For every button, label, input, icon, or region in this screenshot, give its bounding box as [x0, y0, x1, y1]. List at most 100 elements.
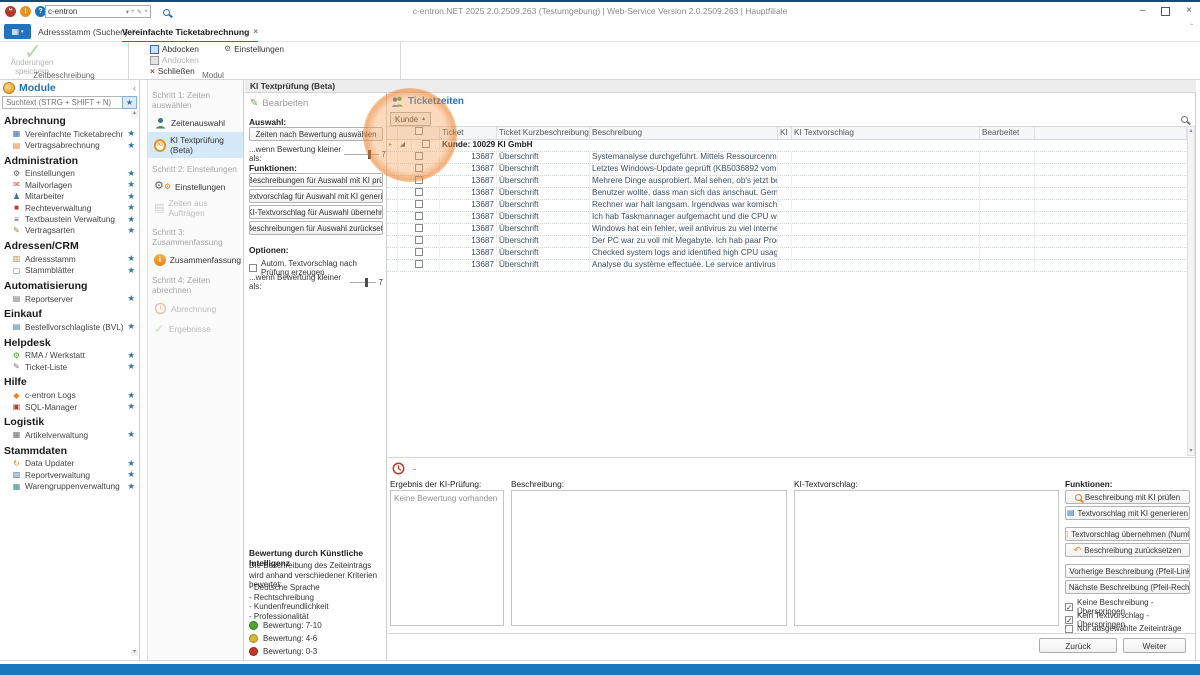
andocken-button[interactable]: Andocken	[150, 55, 199, 65]
col-kurzbeschreibung[interactable]: Ticket Kurzbeschreibung	[497, 127, 590, 139]
sidebar-item-stammblaetter[interactable]: ▢ Stammblätter ★	[0, 265, 139, 276]
sidebar-search-input[interactable]	[2, 96, 122, 109]
description-textarea[interactable]	[511, 490, 787, 626]
col-bearbeitet[interactable]: Bearbeitet	[980, 127, 1035, 139]
table-search-icon[interactable]	[1181, 116, 1188, 123]
table-row[interactable]: 13687 Überschrift Systemanalyse durchgef…	[387, 152, 1187, 164]
row-checkbox[interactable]	[415, 152, 423, 160]
category-adressen-crm: Adressen/CRM	[0, 236, 139, 253]
suggestion-textarea[interactable]	[794, 490, 1059, 626]
select-all-checkbox[interactable]	[415, 127, 423, 135]
table-row[interactable]: 13687 Überschrift Windows hat ein fehler…	[387, 224, 1187, 236]
col-beschreibung[interactable]: Beschreibung	[590, 127, 778, 139]
detail-generate-button[interactable]: ▤Textvorschlag mit KI generieren	[1065, 506, 1190, 520]
col-ki-textvorschlag[interactable]: KI Textvorschlag	[792, 127, 980, 139]
row-checkbox[interactable]	[415, 248, 423, 256]
rating-slider[interactable]	[344, 150, 379, 159]
sidebar-item-mailvorlagen[interactable]: ✉ Mailvorlagen ★	[0, 179, 139, 190]
select-by-rating-button[interactable]: Zeiten nach Bewertung auswählen	[249, 127, 383, 141]
selected-entries-only-checkbox[interactable]	[1065, 625, 1073, 633]
minimize-button[interactable]: –	[1140, 6, 1146, 16]
col-ticket[interactable]: Ticket	[440, 127, 497, 139]
sidebar-item-rechteverwaltung[interactable]: ■ Rechteverwaltung ★	[0, 202, 139, 213]
table-row[interactable]: 13687 Überschrift Rechner war halt langs…	[387, 200, 1187, 212]
group-by-kunde-chip[interactable]: Kunde ▲	[390, 112, 431, 126]
sidebar-item-centron-logs[interactable]: ◆ c-entron Logs ★	[0, 389, 139, 400]
step-einstellungen[interactable]: ⚙⚙ Einstellungen	[148, 178, 243, 195]
detail-apply-button[interactable]: ▥Textvorschlag übernehmen (Num0)	[1065, 527, 1190, 541]
table-row[interactable]: 13687 Überschrift Analyse du système eff…	[387, 260, 1187, 272]
check-descriptions-button[interactable]: Beschreibungen für Auswahl mit KI prüfen	[249, 173, 383, 187]
table-row[interactable]: 13687 Überschrift Ich hab Taskmannager a…	[387, 212, 1187, 224]
sidebar-item-reportserver[interactable]: ▤ Reportserver ★	[0, 293, 139, 304]
step-ki-textpruefung[interactable]: KI KI Textprüfung (Beta)	[148, 132, 243, 158]
sidebar-item-reportverwaltung[interactable]: ▧ Reportverwaltung ★	[0, 469, 139, 480]
sidebar-scrollbar[interactable]: ▴ ▾	[131, 110, 138, 656]
sidebar-collapse-icon[interactable]: ‹	[133, 83, 136, 93]
sidebar-item-textbaustein-verwaltung[interactable]: ≡ Textbaustein Verwaltung ★	[0, 213, 139, 224]
table-row[interactable]: 13687 Überschrift Letztes Windows-Update…	[387, 164, 1187, 176]
next-description-button[interactable]: →Nächste Beschreibung (Pfeil-Rechts)	[1065, 580, 1190, 594]
favorites-filter-button[interactable]: ★	[122, 96, 137, 109]
generate-suggestion-button[interactable]: ▤Textvorschlag für Auswahl mit KI generi…	[249, 189, 383, 203]
previous-description-button[interactable]: ←Vorherige Beschreibung (Pfeil-Links)	[1065, 564, 1190, 578]
result-label: Ergebnis der KI-Prüfung:	[390, 479, 481, 489]
row-checkbox[interactable]	[415, 200, 423, 208]
sidebar-item-adressstamm[interactable]: ▥ Adressstamm ★	[0, 253, 139, 264]
expand-icon[interactable]: ◢	[398, 140, 412, 151]
articles-icon: ▦	[12, 430, 21, 439]
sidebar-item-ticket-liste[interactable]: ✎ Ticket-Liste ★	[0, 361, 139, 372]
col-ki[interactable]: KI	[778, 127, 792, 139]
skip-no-suggestion-checkbox[interactable]: ✓	[1065, 616, 1073, 624]
group-row-kunde[interactable]: ▸ ◢ Kunde: 10029 KI GmbH	[387, 140, 1187, 152]
tab-vereinfachte-ticketabrechnung[interactable]: Vereinfachte Ticketabrechnung ×	[122, 22, 258, 43]
row-checkbox[interactable]	[415, 224, 423, 232]
row-checkbox[interactable]	[415, 188, 423, 196]
sidebar-item-vertragsarten[interactable]: ✎ Vertragsarten ★	[0, 225, 139, 236]
auto-suggestion-checkbox[interactable]	[249, 264, 257, 272]
scroll-down-icon[interactable]: ▾	[1188, 447, 1194, 455]
sidebar-item-rma-werkstatt[interactable]: ⚙ RMA / Werkstatt ★	[0, 350, 139, 361]
rating-slider-2[interactable]	[350, 278, 376, 287]
einstellungen-button[interactable]: ⚙Einstellungen	[224, 44, 284, 54]
tab-close-icon[interactable]: ×	[253, 27, 258, 36]
sidebar-item-einstellungen[interactable]: ⚙ Einstellungen ★	[0, 168, 139, 179]
step-zeitenauswahl[interactable]: Zeitenauswahl	[148, 114, 243, 132]
grid-vertical-scrollbar[interactable]: ▴ ▾	[1187, 126, 1195, 456]
table-row[interactable]: 13687 Überschrift Checked system logs an…	[387, 248, 1187, 260]
row-checkbox[interactable]	[415, 176, 423, 184]
detail-reset-button[interactable]: ↶Beschreibung zurücksetzen	[1065, 543, 1190, 557]
abdocken-button[interactable]: Abdocken	[150, 44, 199, 54]
sidebar-item-data-updater[interactable]: ↻ Data Updater ★	[0, 458, 139, 469]
table-row[interactable]: 13687 Überschrift Benutzer wollte, dass …	[387, 188, 1187, 200]
detail-check-button[interactable]: Beschreibung mit KI prüfen	[1065, 490, 1190, 504]
sidebar-item-artikelverwaltung[interactable]: ▦ Artikelverwaltung ★	[0, 429, 139, 440]
row-checkbox[interactable]	[415, 260, 423, 268]
scroll-up-icon[interactable]: ▴	[1188, 127, 1194, 135]
step-zusammenfassung[interactable]: i Zusammenfassung	[148, 251, 243, 269]
main-menu-button[interactable]: ▦▾	[4, 24, 31, 39]
sidebar-item-mitarbeiter[interactable]: ♟ Mitarbeiter ★	[0, 191, 139, 202]
row-checkbox[interactable]	[415, 212, 423, 220]
close-button[interactable]: ×	[1186, 6, 1192, 16]
sidebar-item-vertragsabrechnung[interactable]: ▤ Vertragsabrechnung ★	[0, 139, 139, 150]
reset-descriptions-button[interactable]: ↶Beschreibungen für Auswahl zurücksetzen	[249, 221, 383, 235]
row-checkbox[interactable]	[415, 236, 423, 244]
selected-entries-only-option[interactable]: Nur ausgewählte Zeiteinträge	[1065, 624, 1182, 633]
sidebar-item-vereinfachte-ticketabrechnung[interactable]: ▦ Vereinfachte Ticketabrechnung ★	[0, 128, 139, 139]
scroll-up-icon[interactable]: ▴	[131, 110, 138, 117]
skip-no-description-checkbox[interactable]: ✓	[1065, 603, 1073, 611]
scroll-down-icon[interactable]: ▾	[131, 649, 138, 656]
table-row[interactable]: 13687 Überschrift Der PC war zu voll mit…	[387, 236, 1187, 248]
sidebar-item-bestellvorschlagliste[interactable]: ▤ Bestellvorschlagliste (BVL) ★	[0, 321, 139, 332]
sidebar-item-warengruppenverwaltung[interactable]: ▦ Warengruppenverwaltung ★	[0, 480, 139, 491]
ki-result-box[interactable]: Keine Bewertung vorhanden	[390, 490, 504, 626]
sidebar-item-sql-manager[interactable]: ▣ SQL-Manager ★	[0, 401, 139, 412]
table-row[interactable]: 13687 Überschrift Mehrere Dinge ausprobi…	[387, 176, 1187, 188]
apply-suggestion-button[interactable]: ▥KI-Textvorschlag für Auswahl übernehmen	[249, 205, 383, 219]
group-checkbox[interactable]	[422, 140, 430, 148]
zurueck-button[interactable]: Zurück	[1039, 638, 1117, 653]
weiter-button[interactable]: Weiter	[1123, 638, 1186, 653]
maximize-button[interactable]	[1161, 7, 1170, 16]
row-checkbox[interactable]	[415, 164, 423, 172]
